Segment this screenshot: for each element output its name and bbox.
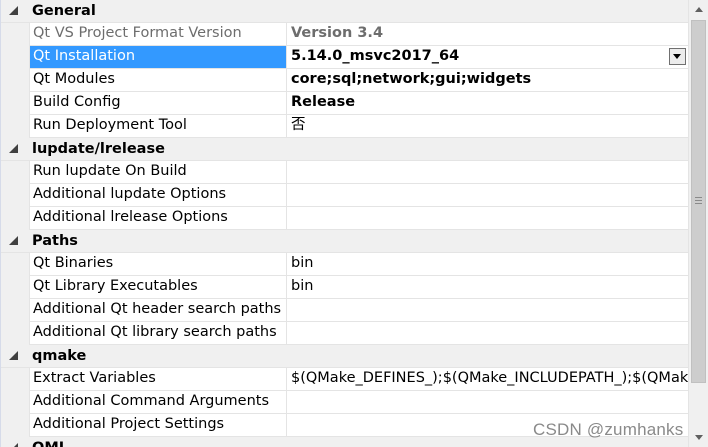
property-name: Additional lrelease Options (29, 207, 286, 230)
property-value[interactable] (286, 207, 688, 230)
property-row-qt-vs-project-format-version[interactable]: Qt VS Project Format Version Version 3.4 (1, 23, 688, 46)
property-row-run-lupdate-on-build[interactable]: Run lupdate On Build (1, 161, 688, 184)
row-gutter (1, 23, 29, 46)
row-gutter (1, 207, 29, 230)
category-title: Paths (32, 233, 78, 249)
property-value[interactable] (286, 322, 688, 345)
property-row-additional-qt-library-search-paths[interactable]: Additional Qt library search paths (1, 322, 688, 345)
row-gutter (1, 368, 29, 391)
property-value[interactable]: bin (286, 276, 688, 299)
dropdown-selected-value: 5.14.0_msvc2017_64 (291, 48, 460, 64)
category-title: qmake (32, 348, 87, 364)
chevron-down-icon (673, 54, 681, 59)
grip-line (695, 200, 702, 201)
chevron-down-icon (695, 435, 703, 440)
property-row-qt-modules[interactable]: Qt Modules core;sql;network;gui;widgets (1, 69, 688, 92)
category-qmake[interactable]: qmake (1, 345, 688, 368)
property-name: Qt Library Executables (29, 276, 286, 299)
scroll-down-button[interactable] (689, 427, 708, 447)
grip-line (695, 203, 702, 204)
row-gutter (1, 414, 29, 437)
grip-line (695, 197, 702, 198)
category-title: General (32, 3, 96, 19)
row-gutter (1, 92, 29, 115)
scrollbar-thumb[interactable] (691, 20, 706, 383)
row-gutter (1, 184, 29, 207)
property-name: Qt Installation (29, 46, 286, 69)
vertical-scrollbar[interactable] (688, 0, 708, 447)
watermark-text: CSDN @zumhanks (533, 420, 684, 439)
property-row-qt-library-executables[interactable]: Qt Library Executables bin (1, 276, 688, 299)
property-name: Extract Variables (29, 368, 286, 391)
property-value[interactable]: bin (286, 253, 688, 276)
property-value: Version 3.4 (286, 23, 688, 46)
property-value[interactable]: 否 (286, 115, 688, 138)
property-value[interactable]: Release (286, 92, 688, 115)
row-gutter (1, 253, 29, 276)
property-value[interactable]: core;sql;network;gui;widgets (286, 69, 688, 92)
property-row-build-config[interactable]: Build Config Release (1, 92, 688, 115)
row-gutter (1, 46, 29, 69)
property-row-qt-binaries[interactable]: Qt Binaries bin (1, 253, 688, 276)
property-row-extract-variables[interactable]: Extract Variables $(QMake_DEFINES_);$(QM… (1, 368, 688, 391)
property-value-dropdown[interactable]: 5.14.0_msvc2017_64 (286, 46, 688, 69)
property-name: Qt VS Project Format Version (29, 23, 286, 46)
property-value[interactable]: $(QMake_DEFINES_);$(QMake_INCLUDEPATH_);… (286, 368, 688, 391)
row-gutter (1, 115, 29, 138)
collapse-triangle-icon[interactable] (9, 351, 18, 360)
property-name: Run lupdate On Build (29, 161, 286, 184)
row-gutter (1, 299, 29, 322)
property-row-additional-qt-header-search-paths[interactable]: Additional Qt header search paths (1, 299, 688, 322)
category-paths[interactable]: Paths (1, 230, 688, 253)
property-name: Additional Qt header search paths (29, 299, 286, 322)
row-gutter (1, 322, 29, 345)
property-name: Additional Command Arguments (29, 391, 286, 414)
property-grid: General Qt VS Project Format Version Ver… (0, 0, 688, 447)
property-name: Qt Modules (29, 69, 286, 92)
property-value[interactable] (286, 161, 688, 184)
collapse-triangle-icon[interactable] (9, 6, 18, 15)
property-name: Additional Project Settings (29, 414, 286, 437)
property-row-run-deployment-tool[interactable]: Run Deployment Tool 否 (1, 115, 688, 138)
dropdown-button[interactable] (669, 48, 686, 65)
property-row-qt-installation[interactable]: Qt Installation 5.14.0_msvc2017_64 (1, 46, 688, 69)
category-title: lupdate/lrelease (32, 141, 165, 157)
property-name: Run Deployment Tool (29, 115, 286, 138)
scroll-up-button[interactable] (689, 0, 708, 20)
property-name: Build Config (29, 92, 286, 115)
category-general[interactable]: General (1, 0, 688, 23)
property-name: Qt Binaries (29, 253, 286, 276)
collapse-triangle-icon[interactable] (9, 236, 18, 245)
property-value[interactable] (286, 299, 688, 322)
property-value[interactable] (286, 391, 688, 414)
collapse-triangle-icon[interactable] (9, 443, 18, 447)
row-gutter (1, 161, 29, 184)
row-gutter (1, 69, 29, 92)
property-row-additional-command-arguments[interactable]: Additional Command Arguments (1, 391, 688, 414)
category-lupdate-lrelease[interactable]: lupdate/lrelease (1, 138, 688, 161)
property-row-additional-lrelease-options[interactable]: Additional lrelease Options (1, 207, 688, 230)
property-name: Additional Qt library search paths (29, 322, 286, 345)
property-name: Additional lupdate Options (29, 184, 286, 207)
chevron-up-icon (695, 7, 703, 12)
collapse-triangle-icon[interactable] (9, 144, 18, 153)
category-title: QML (32, 439, 68, 447)
row-gutter (1, 276, 29, 299)
row-gutter (1, 391, 29, 414)
property-value[interactable] (286, 184, 688, 207)
property-row-additional-lupdate-options[interactable]: Additional lupdate Options (1, 184, 688, 207)
